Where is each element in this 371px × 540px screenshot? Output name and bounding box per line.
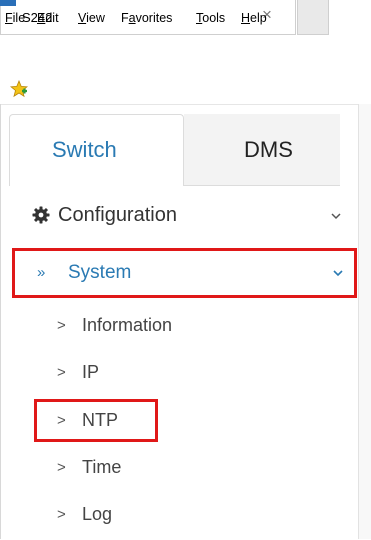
menu-tools[interactable]: Tools [196, 11, 225, 25]
nav-system[interactable] [12, 248, 357, 298]
sidebar-item-label: Log [82, 504, 113, 524]
nav-configuration-label: Configuration [58, 204, 177, 226]
sidebar-item-label: IP [82, 362, 100, 382]
chevron-down-icon[interactable] [330, 210, 342, 222]
nav-system-label: System [68, 262, 132, 283]
favorites-bar [0, 64, 371, 104]
panel-left-border [0, 104, 1, 539]
add-favorite-star-icon[interactable] [10, 80, 28, 98]
tab-switch-label: Switch [52, 137, 117, 162]
chevron-right-icon: > [57, 364, 66, 381]
chevron-right-icon: > [57, 459, 66, 476]
ntp-highlight-box [34, 399, 158, 442]
sidebar-item-information[interactable] [36, 305, 336, 345]
gear-icon [32, 206, 50, 224]
browser-tab-favicon [0, 0, 16, 6]
sidebar-item-time[interactable] [36, 447, 336, 487]
menu-file[interactable]: File [5, 11, 25, 25]
chevron-right-icon: > [57, 506, 66, 523]
menu-help[interactable]: Help [241, 11, 267, 25]
sidebar-item-log[interactable] [36, 494, 336, 534]
tab-dms-label: DMS [244, 137, 293, 162]
sidebar-item-ip[interactable] [36, 352, 336, 392]
double-chevron-right-icon: » [37, 264, 46, 281]
scrollbar-track[interactable] [358, 104, 371, 539]
sidebar-item-label: Information [82, 315, 173, 335]
menu-view[interactable]: View [78, 11, 105, 25]
menu-bar [0, 36, 371, 64]
chevron-down-icon[interactable] [332, 267, 344, 279]
sidebar-item-label: Time [82, 457, 122, 477]
new-tab-button[interactable] [297, 0, 329, 35]
chevron-right-icon: > [57, 317, 66, 334]
menu-favorites[interactable]: Favorites [121, 11, 172, 25]
menu-edit[interactable]: Edit [37, 11, 59, 25]
